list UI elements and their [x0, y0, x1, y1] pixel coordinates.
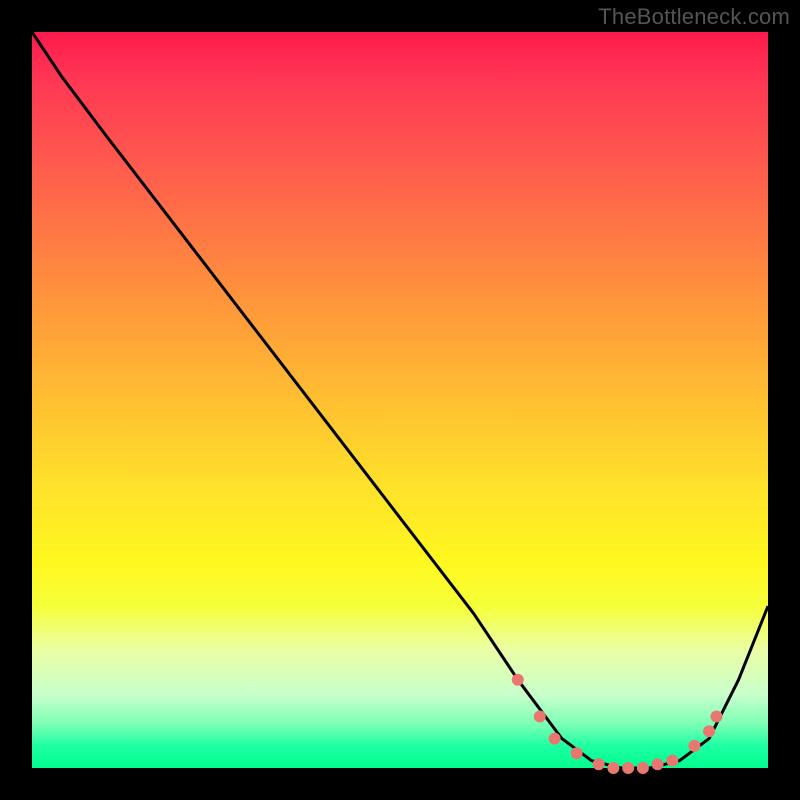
- marker-dot: [666, 755, 678, 767]
- marker-dot: [711, 711, 723, 723]
- bottleneck-curve: [32, 32, 768, 768]
- marker-dot: [622, 762, 634, 774]
- marker-dot: [688, 740, 700, 752]
- marker-dot: [593, 758, 605, 770]
- chart-frame: TheBottleneck.com: [0, 0, 800, 800]
- marker-dot: [703, 725, 715, 737]
- marker-dot: [549, 733, 561, 745]
- curve-svg: [32, 32, 768, 768]
- marker-dot: [652, 758, 664, 770]
- plot-area: [32, 32, 768, 768]
- marker-dot: [534, 711, 546, 723]
- marker-dot: [637, 762, 649, 774]
- marker-dot: [571, 747, 583, 759]
- marker-dot: [512, 674, 524, 686]
- marker-dot: [607, 762, 619, 774]
- watermark-text: TheBottleneck.com: [598, 4, 790, 30]
- marker-group: [512, 674, 723, 774]
